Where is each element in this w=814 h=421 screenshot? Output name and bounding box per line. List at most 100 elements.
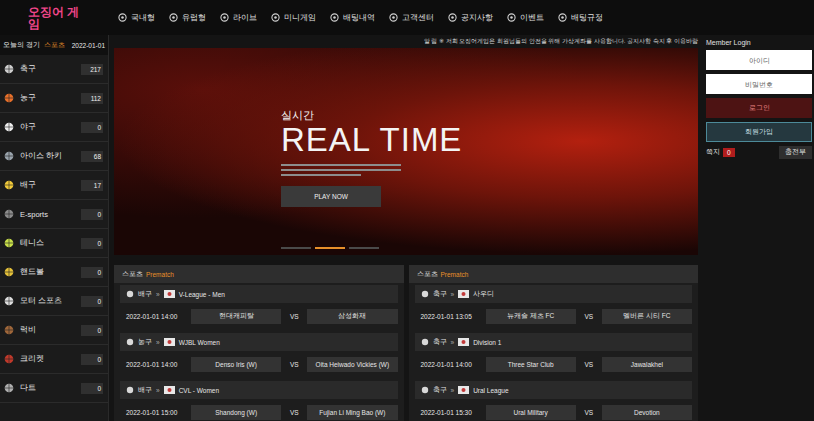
separator: » (451, 291, 455, 298)
sidebar-item[interactable]: 테니스0 (0, 229, 108, 258)
sidebar-item[interactable]: 럭비0 (0, 316, 108, 345)
member-login: Member Login 로그인회원가입쪽지0충전부 (703, 35, 814, 421)
menu-icon (558, 13, 567, 22)
login-button[interactable]: 로그인 (706, 98, 812, 118)
away-team[interactable]: Devotion (602, 405, 692, 420)
nav-item[interactable]: 공지사항 (448, 12, 493, 23)
league-name: Division 1 (473, 339, 501, 346)
sidebar-item[interactable]: 아이스 하키68 (0, 142, 108, 171)
nav-label: 공지사항 (461, 12, 493, 23)
flag-icon (164, 338, 175, 346)
match-row[interactable]: 2022-01-01 14:00현대캐피탈VS삼성화재 (120, 303, 398, 329)
slide-dot[interactable] (315, 247, 345, 249)
sport-icon (421, 386, 429, 394)
match-time: 2022-01-01 13:05 (421, 313, 483, 320)
sport-ball-icon (4, 64, 14, 74)
password-input[interactable] (706, 74, 812, 94)
away-team[interactable]: Fujian Li Ming Bao (W) (307, 405, 397, 420)
panel-title: 스포츠 (122, 270, 143, 279)
match-row[interactable]: 2022-01-01 15:00Shandong (W)VSFujian Li … (120, 399, 398, 421)
sidebar-item[interactable]: 다트0 (0, 374, 108, 403)
match-row[interactable]: 2022-01-01 13:05뉴캐슬 제츠 FCVS멜버른 시티 FC (415, 303, 693, 329)
sport-ball-icon (4, 93, 14, 103)
sport-name: 테니스 (20, 238, 75, 248)
sidebar-item[interactable]: 축구217 (0, 55, 108, 84)
signup-button[interactable]: 회원가입 (706, 122, 812, 142)
slide-dot[interactable] (281, 247, 311, 249)
sport-ball-icon (4, 296, 14, 306)
league-row: 축구»사우디 (415, 285, 693, 303)
league-row: 배구»V-League - Men (120, 285, 398, 303)
nav-item[interactable]: 배팅규정 (558, 12, 603, 23)
nav-item[interactable]: 유럽형 (169, 12, 206, 23)
sport-count: 17 (81, 180, 103, 191)
sidebar-item[interactable]: 핸드볼 0 (0, 258, 108, 287)
menu-icon (118, 13, 127, 22)
sidebar-item[interactable]: 야구0 (0, 113, 108, 142)
vs-label: VS (579, 361, 599, 368)
sport-count: 0 (81, 122, 103, 133)
separator: » (156, 387, 160, 394)
prematch-panel: 스포츠Prematch축구»사우디2022-01-01 13:05뉴캐슬 제츠 … (409, 265, 699, 421)
home-team[interactable]: Ural Military (486, 405, 576, 420)
play-now-button[interactable]: PLAY NOW (281, 186, 381, 207)
sport-count: 0 (81, 209, 103, 220)
match-group: 축구»Ural League2022-01-01 15:30Ural Milit… (409, 379, 699, 421)
menu-icon (220, 13, 229, 22)
match-time: 2022-01-01 14:00 (421, 361, 483, 368)
login-title: Member Login (706, 39, 812, 46)
league-name: Ural League (473, 387, 508, 394)
sidebar-item[interactable]: 농구112 (0, 84, 108, 113)
nav-item[interactable]: 배팅내역 (330, 12, 375, 23)
nav-item[interactable]: 고객센터 (389, 12, 434, 23)
prematch-panels: 스포츠Prematch배구»V-League - Men2022-01-01 1… (114, 265, 698, 421)
match-row[interactable]: 2022-01-01 15:30Ural MilitaryVSDevotion (415, 399, 693, 421)
home-team[interactable]: Three Star Club (486, 357, 576, 372)
sport-name: 아이스 하키 (20, 151, 75, 161)
sport-label: 농구 (138, 338, 152, 347)
sport-icon (126, 290, 134, 298)
vs-label: VS (284, 313, 304, 320)
logo[interactable]: 오징어 게임 (28, 6, 88, 30)
home-team[interactable]: 뉴캐슬 제츠 FC (486, 309, 576, 324)
home-team[interactable]: 현대캐피탈 (191, 309, 281, 324)
sport-name: 핸드볼 (20, 267, 75, 277)
content: 오늘의 경기스포츠2022-01-01축구217농구112야구0아이스 하키68… (0, 35, 814, 421)
sidebar-item[interactable]: 모터 스포츠0 (0, 287, 108, 316)
sidebar-item[interactable]: E-sports0 (0, 200, 108, 229)
flag-icon (458, 290, 469, 298)
sidebar-header: 오늘의 경기스포츠2022-01-01 (0, 35, 108, 55)
sport-count: 0 (81, 267, 103, 278)
id-input[interactable] (706, 50, 812, 70)
away-team[interactable]: Oita Heiwado Vickies (W) (307, 357, 397, 372)
nav-label: 배팅내역 (343, 12, 375, 23)
nav-label: 라이브 (233, 12, 257, 23)
home-team[interactable]: Shandong (W) (191, 405, 281, 420)
sport-icon (126, 386, 134, 394)
separator: » (451, 339, 455, 346)
away-team[interactable]: Jawalakhel (602, 357, 692, 372)
sidebar-item[interactable]: 크리켓0 (0, 345, 108, 374)
nav-item[interactable]: 이벤트 (507, 12, 544, 23)
league-row: 축구»Ural League (415, 381, 693, 399)
sidebar-item[interactable]: 배구17 (0, 171, 108, 200)
menu-icon (330, 13, 339, 22)
league-name: 사우디 (473, 290, 494, 299)
home-team[interactable]: Denso Iris (W) (191, 357, 281, 372)
banner-copy (281, 164, 698, 176)
nav-item[interactable]: 국내형 (118, 12, 155, 23)
charge-button[interactable]: 충전부 (779, 146, 812, 159)
nav-item[interactable]: 미니게임 (271, 12, 316, 23)
match-row[interactable]: 2022-01-01 14:00Denso Iris (W)VSOita Hei… (120, 351, 398, 377)
away-team[interactable]: 삼성화재 (307, 309, 397, 324)
nav-item[interactable]: 라이브 (220, 12, 257, 23)
main-nav: 국내형 유럽형 라이브 미니게임 배팅내역 고객센터 공지사항 이벤트 배팅규정 (118, 12, 603, 23)
sport-label: 배구 (138, 386, 152, 395)
away-team[interactable]: 멜버른 시티 FC (602, 309, 692, 324)
match-row[interactable]: 2022-01-01 14:00Three Star ClubVSJawalak… (415, 351, 693, 377)
slide-dot[interactable] (349, 247, 379, 249)
match-group: 배구»V-League - Men2022-01-01 14:00현대캐피탈VS… (114, 283, 404, 331)
sport-ball-icon (4, 209, 14, 219)
sport-name: 크리켓 (20, 354, 75, 364)
member-info-row: 쪽지0충전부 (706, 146, 812, 159)
